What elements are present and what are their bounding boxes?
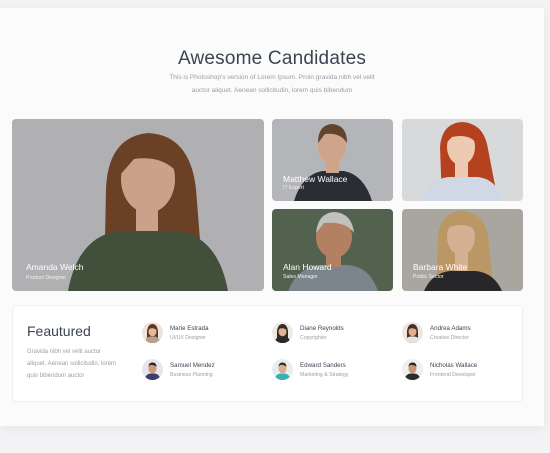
woman-avatar-icon — [272, 322, 293, 343]
person-name: Andrea Adams — [430, 325, 471, 332]
candidate-card-barbara-white[interactable]: Barbara White Public Sector — [402, 209, 523, 291]
candidate-name: Matthew Wallace — [283, 174, 348, 184]
candidate-card-redhead[interactable] — [402, 119, 523, 201]
section-title: Awesome Candidates — [177, 48, 367, 69]
person-role: Copyrighter — [300, 335, 327, 341]
candidate-name: Alan Howard — [283, 262, 332, 272]
person-name: Edward Sanders — [300, 362, 346, 369]
candidate-role: Public Sector — [413, 274, 444, 280]
person-name: Diane Reynolds — [300, 325, 344, 332]
candidate-card-amanda-welch[interactable]: Amanda Welch Product Designer — [12, 119, 264, 291]
person-name: Marie Estrada — [170, 325, 209, 332]
woman-avatar-icon — [142, 322, 163, 343]
candidate-card-matthew-wallace[interactable]: Matthew Wallace IT Expert — [272, 119, 393, 201]
featured-panel: Feautured Gravida nibh vel velit auctor … — [12, 305, 523, 402]
featured-text-line-1: Gravida nibh vel velit auctor — [27, 349, 102, 355]
candidate-role: Product Designer — [26, 275, 67, 281]
candidate-photo — [402, 119, 523, 201]
candidate-role: Sales Manager — [283, 274, 318, 280]
section-subtitle: This is Photoshop's version of Lorem Ips… — [140, 72, 404, 97]
featured-title: Feautured — [27, 323, 91, 339]
woman-avatar-icon — [402, 322, 423, 343]
candidate-name: Barbara White — [413, 262, 468, 272]
person-role: Business Planning — [170, 372, 213, 378]
person-role: Marketing & Strategy — [300, 372, 349, 378]
subtitle-line-2: auctor aliquet. Aenean sollicitudin, lor… — [191, 86, 353, 94]
featured-person[interactable]: Edward Sanders Marketing & Strategy — [272, 359, 392, 383]
person-role: Frontend Developer — [430, 372, 476, 378]
featured-person[interactable]: Marie Estrada UI/UX Designer — [142, 322, 262, 346]
subtitle-line-1: This is Photoshop's version of Lorem Ips… — [169, 74, 375, 81]
person-role: UI/UX Designer — [170, 335, 207, 341]
featured-person[interactable]: Diane Reynolds Copyrighter — [272, 322, 392, 346]
candidate-role: IT Expert — [283, 185, 304, 191]
candidate-name: Amanda Welch — [26, 262, 84, 272]
person-role: Creative Director — [430, 335, 469, 341]
featured-person[interactable]: Andrea Adams Creative Director — [402, 322, 522, 346]
person-name: Samuel Mendez — [170, 362, 215, 369]
person-name: Nicholas Wallace — [430, 362, 478, 369]
featured-person[interactable]: Nicholas Wallace Frontend Developer — [402, 359, 522, 383]
candidate-card-alan-howard[interactable]: Alan Howard Sales Manager — [272, 209, 393, 291]
featured-description: Gravida nibh vel velit auctor aliquet. A… — [27, 346, 127, 383]
featured-text-line-2: aliquet. Aenean sollicitudin, lorem — [27, 361, 117, 368]
man-avatar-icon — [402, 359, 423, 380]
featured-text-line-3: quis bibendum auctor — [27, 373, 85, 380]
featured-person[interactable]: Samuel Mendez Business Planning — [142, 359, 262, 383]
man-avatar-icon — [272, 359, 293, 380]
man-avatar-icon — [142, 359, 163, 380]
